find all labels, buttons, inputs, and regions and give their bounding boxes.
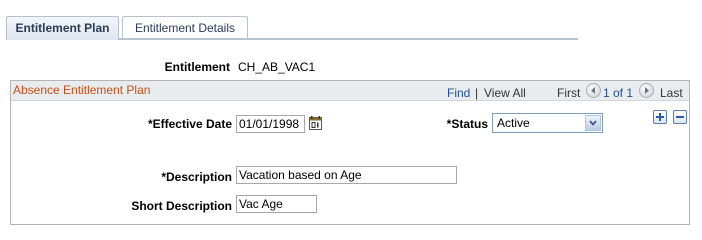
short-description-field[interactable]: Vac Age: [236, 195, 317, 213]
description-label: *Description: [161, 170, 232, 184]
effective-date-label: *Effective Date: [147, 117, 232, 131]
tab-entitlement-plan[interactable]: Entitlement Plan: [6, 16, 119, 40]
short-description-label: Short Description: [131, 199, 232, 213]
last-label[interactable]: Last: [660, 86, 683, 100]
view-all-link[interactable]: View All: [484, 86, 526, 100]
status-label: *Status: [446, 117, 488, 131]
next-arrow-icon[interactable]: [639, 83, 654, 98]
delete-row-icon[interactable]: [673, 110, 687, 124]
tab-entitlement-details[interactable]: Entitlement Details: [122, 16, 248, 38]
effective-date-field[interactable]: 01/01/1998: [236, 115, 305, 133]
find-link[interactable]: Find: [447, 86, 470, 100]
status-dropdown[interactable]: Active: [492, 113, 603, 133]
add-row-icon[interactable]: [653, 110, 667, 124]
group-title: Absence Entitlement Plan: [13, 83, 151, 97]
calendar-icon[interactable]: [309, 116, 322, 130]
description-field[interactable]: Vacation based on Age: [236, 166, 457, 184]
group-header: Absence Entitlement Plan Find | View All…: [11, 81, 689, 101]
entitlement-value: CH_AB_VAC1: [238, 60, 316, 74]
page-tabs: Entitlement Plan Entitlement Details: [6, 16, 578, 40]
chevron-down-icon[interactable]: [585, 115, 601, 131]
entitlement-label: Entitlement: [164, 60, 230, 74]
previous-arrow-icon[interactable]: [586, 83, 601, 98]
absence-entitlement-plan-group: Absence Entitlement Plan Find | View All…: [10, 80, 690, 225]
status-selected-value: Active: [497, 116, 530, 130]
row-count: 1 of 1: [603, 86, 634, 100]
nav-separator: |: [475, 86, 479, 100]
first-label[interactable]: First: [557, 86, 580, 100]
